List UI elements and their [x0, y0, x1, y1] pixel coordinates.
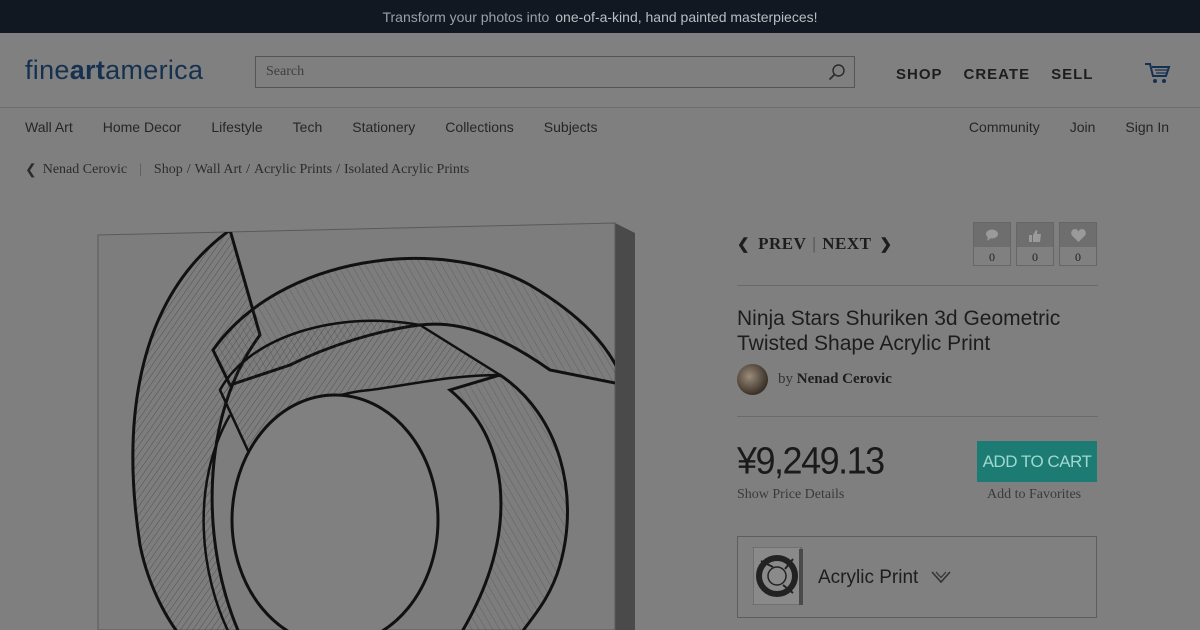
nav-subjects[interactable]: Subjects: [544, 119, 598, 135]
by-label: by: [778, 371, 793, 387]
nav-sign-in[interactable]: Sign In: [1125, 119, 1169, 135]
nav-tech[interactable]: Tech: [293, 119, 323, 135]
account-links: Community Join Sign In: [969, 119, 1169, 135]
nav-join[interactable]: Join: [1070, 119, 1096, 135]
breadcrumb-shop[interactable]: Shop: [154, 162, 183, 178]
breadcrumb: ❮ Nenad Cerovic | Shop / Wall Art / Acry…: [25, 161, 469, 178]
logo-part-fine: fine: [25, 55, 70, 85]
favorite-button[interactable]: 0: [1059, 222, 1097, 266]
breadcrumb-acrylic-prints[interactable]: Acrylic Prints: [254, 162, 332, 178]
like-button[interactable]: 0: [1016, 222, 1054, 266]
breadcrumb-separator: /: [186, 161, 191, 177]
pager: ❮ PREV | NEXT ❯: [737, 234, 901, 254]
product-image[interactable]: [80, 215, 650, 630]
divider: [737, 285, 1098, 286]
comment-icon: [974, 223, 1010, 247]
search-input[interactable]: [256, 57, 816, 87]
nav-collections[interactable]: Collections: [445, 119, 513, 135]
chevron-right-icon[interactable]: ❯: [880, 235, 893, 253]
promo-banner[interactable]: Transform your photos into one-of-a-kind…: [0, 0, 1200, 33]
chevron-left-icon[interactable]: ❮: [25, 161, 37, 178]
product-price: ¥9,249.13: [737, 438, 885, 482]
nav-sell[interactable]: SELL: [1051, 66, 1093, 83]
favorites-count: 0: [1075, 250, 1081, 264]
artist-info: by Nenad Cerovic: [737, 364, 892, 395]
nav-stationery[interactable]: Stationery: [352, 119, 415, 135]
comments-count: 0: [989, 250, 995, 264]
product-title: Ninja Stars Shuriken 3d Geometric Twiste…: [737, 307, 1061, 355]
breadcrumb-wall-art[interactable]: Wall Art: [195, 162, 242, 178]
product-thumbnail: [753, 547, 803, 605]
add-to-cart-button[interactable]: ADD TO CART: [977, 441, 1097, 482]
thumbs-up-icon: [1017, 223, 1053, 247]
artist-link[interactable]: Nenad Cerovic: [797, 371, 892, 387]
social-stats: 0 0 0: [973, 222, 1097, 266]
breadcrumb-divider: |: [139, 161, 142, 177]
product-type-selector[interactable]: Acrylic Print: [737, 536, 1097, 618]
cart-icon[interactable]: [1144, 61, 1172, 85]
logo-part-america: america: [105, 55, 204, 85]
avatar[interactable]: [737, 364, 768, 395]
breadcrumb-separator: /: [336, 161, 341, 177]
category-links: Wall Art Home Decor Lifestyle Tech Stati…: [25, 119, 597, 135]
breadcrumb-separator: /: [246, 161, 250, 177]
product-type-label: Acrylic Print: [818, 567, 919, 588]
promo-text: Transform your photos into: [382, 8, 550, 25]
nav-lifestyle[interactable]: Lifestyle: [211, 119, 262, 135]
next-link[interactable]: NEXT: [822, 234, 871, 254]
prev-link[interactable]: PREV: [758, 234, 806, 254]
show-price-details-link[interactable]: Show Price Details: [737, 487, 844, 503]
search-icon[interactable]: [828, 63, 846, 81]
nav-home-decor[interactable]: Home Decor: [103, 119, 182, 135]
nav-community[interactable]: Community: [969, 119, 1040, 135]
top-nav: SHOP CREATE SELL: [896, 66, 1093, 83]
breadcrumb-artist[interactable]: Nenad Cerovic: [43, 162, 127, 178]
site-header: fineartamerica SHOP CREATE SELL: [0, 33, 1200, 108]
heart-icon: [1060, 223, 1096, 247]
divider: [737, 416, 1098, 417]
promo-highlight[interactable]: one-of-a-kind, hand painted masterpieces…: [555, 9, 817, 25]
breadcrumb-isolated-acrylic-prints[interactable]: Isolated Acrylic Prints: [344, 162, 469, 178]
add-to-favorites-link[interactable]: Add to Favorites: [987, 487, 1081, 503]
site-logo[interactable]: fineartamerica: [25, 55, 203, 86]
chevron-down-icon[interactable]: [931, 570, 951, 584]
comments-button[interactable]: 0: [973, 222, 1011, 266]
logo-part-art: art: [69, 55, 106, 85]
search-box: [255, 56, 855, 88]
likes-count: 0: [1032, 250, 1038, 264]
category-nav: Wall Art Home Decor Lifestyle Tech Stati…: [0, 109, 1200, 145]
nav-wall-art[interactable]: Wall Art: [25, 119, 73, 135]
pager-divider: |: [812, 234, 817, 253]
nav-create[interactable]: CREATE: [964, 66, 1031, 83]
promo-highlight-text: one-of-a-kind, hand painted masterpieces: [555, 8, 814, 25]
chevron-left-icon[interactable]: ❮: [737, 235, 750, 253]
promo-suffix: !: [813, 8, 818, 25]
nav-shop[interactable]: SHOP: [896, 66, 943, 83]
